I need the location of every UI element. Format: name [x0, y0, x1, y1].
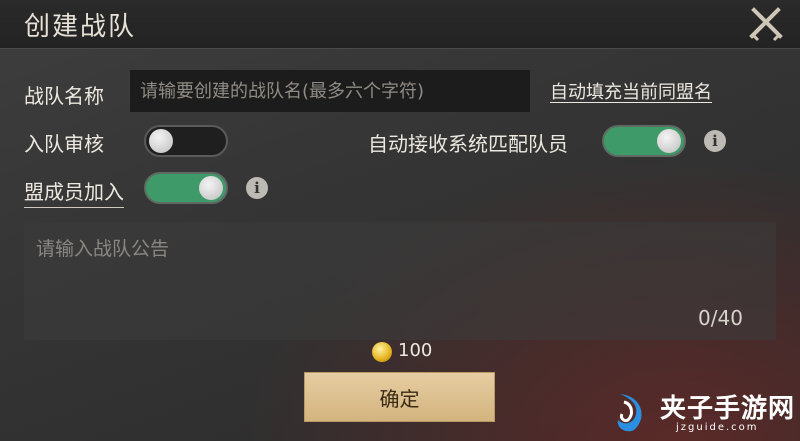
alliance-join-label: 盟成员加入 [24, 176, 124, 208]
toggle-knob [657, 129, 681, 153]
info-icon[interactable]: i [246, 177, 268, 199]
auto-accept-toggle[interactable] [602, 125, 686, 157]
team-notice-input[interactable] [24, 222, 776, 340]
review-label: 入队审核 [24, 132, 104, 156]
watermark-logo-icon [617, 394, 642, 432]
autofill-alliance-name-link[interactable]: 自动填充当前同盟名 [550, 78, 712, 104]
team-name-input[interactable] [130, 70, 530, 112]
alliance-join-toggle[interactable] [144, 172, 228, 204]
dialog-title: 创建战队 [24, 12, 137, 42]
gold-coin-icon [372, 342, 392, 362]
info-icon[interactable]: i [704, 130, 726, 152]
toggle-knob [199, 176, 223, 200]
confirm-button[interactable]: 确定 [304, 372, 495, 422]
team-name-label: 战队名称 [24, 84, 104, 108]
watermark-text: 夹子手游网 [660, 394, 796, 424]
watermark: 夹子手游网 jzguide.com [600, 384, 800, 441]
auto-accept-label: 自动接收系统匹配队员 [368, 132, 568, 156]
watermark-url: jzguide.com [676, 422, 759, 433]
review-toggle[interactable] [144, 125, 228, 157]
toggle-knob [149, 129, 173, 153]
dialog-header: 创建战队 [0, 0, 800, 49]
char-counter: 0/40 [698, 306, 743, 330]
cost-value: 100 [398, 340, 433, 361]
close-icon[interactable] [748, 6, 784, 42]
